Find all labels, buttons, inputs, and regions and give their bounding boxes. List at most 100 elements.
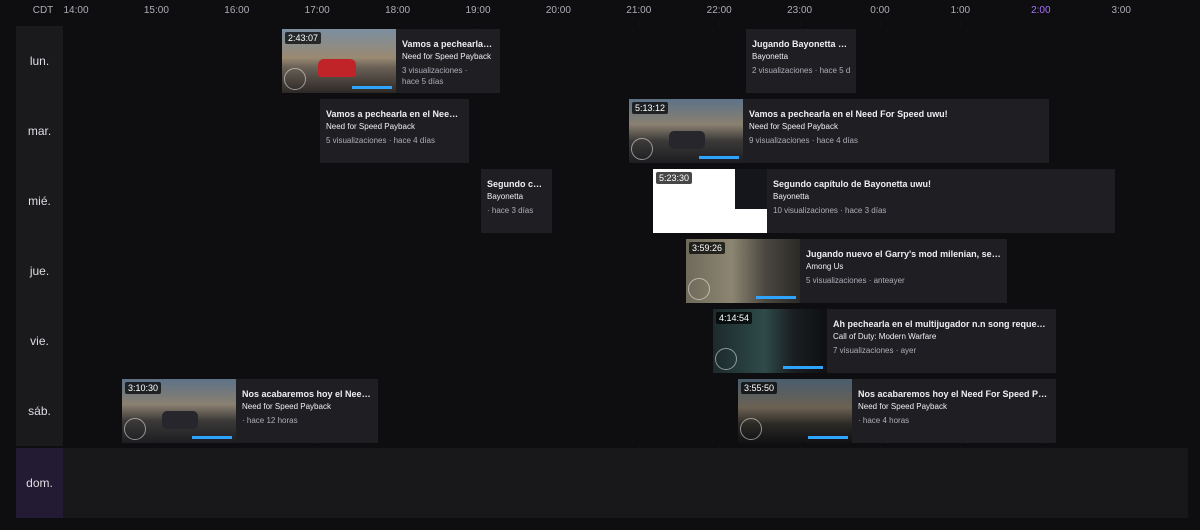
hud-bar bbox=[352, 86, 392, 89]
game-name[interactable]: Bayonetta bbox=[487, 192, 546, 201]
video-thumbnail[interactable]: 3:59:26 bbox=[686, 239, 800, 303]
broadcast-card[interactable]: 2:43:07 Vamos a pechearla en ... Need for … bbox=[282, 29, 500, 93]
day-row bbox=[63, 26, 1188, 96]
video-thumbnail[interactable]: 3:55:50 bbox=[738, 379, 852, 443]
view-meta: 10 visualizaciones · hace 3 días bbox=[773, 206, 887, 215]
chat-overlay bbox=[735, 169, 767, 209]
broadcast-info: Segundo capi... Bayonetta · hace 3 días bbox=[487, 179, 546, 216]
day-row bbox=[63, 236, 1188, 306]
game-name[interactable]: Need for Speed Payback bbox=[858, 402, 1050, 411]
view-meta: · hace 3 días bbox=[487, 206, 534, 215]
day-label: lun. bbox=[16, 26, 63, 96]
broadcast-info: Jugando Bayonetta a pe... Bayonetta 2 visu… bbox=[752, 39, 850, 76]
view-meta-time: hace 5 días bbox=[402, 77, 444, 86]
broadcast-title[interactable]: Jugando nuevo el Garry's mod milenian, s… bbox=[806, 249, 1001, 259]
timezone-label: CDT bbox=[32, 5, 54, 16]
duration-badge: 4:14:54 bbox=[716, 312, 753, 324]
view-meta: · hace 4 horas bbox=[858, 416, 910, 425]
hour-label: 16:00 bbox=[224, 5, 250, 16]
hour-label: 14:00 bbox=[63, 5, 89, 16]
broadcast-info: Vamos a pechearla en el Need ... Need for… bbox=[326, 109, 463, 146]
broadcast-title[interactable]: Nos acabaremos hoy el Need For Speed Pay… bbox=[858, 389, 1050, 399]
duration-badge: 3:59:26 bbox=[689, 242, 726, 254]
video-thumbnail[interactable]: 4:14:54 bbox=[713, 309, 827, 373]
hour-label: 18:00 bbox=[385, 5, 411, 16]
view-meta: 3 visualizaciones · bbox=[402, 66, 468, 75]
day-row bbox=[63, 448, 1188, 518]
day-label: vie. bbox=[16, 306, 63, 376]
duration-badge: 5:13:12 bbox=[632, 102, 669, 114]
hud-bar bbox=[192, 436, 232, 439]
game-hud bbox=[284, 68, 306, 90]
view-meta: 5 visualizaciones · hace 4 días bbox=[326, 136, 435, 145]
broadcast-info: Nos acabaremos hoy el Need For Speed Pay… bbox=[858, 389, 1050, 426]
game-name[interactable]: Need for Speed Payback bbox=[242, 402, 372, 411]
broadcast-title[interactable]: Nos acabaremos hoy el Need Fo... bbox=[242, 389, 372, 399]
hour-label: 21:00 bbox=[626, 5, 652, 16]
broadcast-card[interactable]: 5:23:30 Segundo capítulo de Bayonetta uwu… bbox=[653, 169, 1115, 233]
day-label: sáb. bbox=[16, 376, 63, 446]
broadcast-info: Vamos a pechearla en el Need For Speed u… bbox=[749, 109, 1043, 146]
broadcast-title[interactable]: Ah pechearla en el multijugador n.n song… bbox=[833, 319, 1050, 329]
broadcast-info: Vamos a pechearla en ... Need for Speed P… bbox=[402, 39, 494, 87]
game-name[interactable]: Need for Speed Payback bbox=[749, 122, 1043, 131]
broadcast-title[interactable]: Segundo capi... bbox=[487, 179, 546, 189]
day-label: mar. bbox=[16, 96, 63, 166]
hour-label: 2:00 bbox=[1031, 5, 1051, 16]
hour-label: 0:00 bbox=[870, 5, 890, 16]
view-meta: 2 visualizaciones · hace 5 días bbox=[752, 66, 850, 75]
hour-label: 1:00 bbox=[950, 5, 971, 16]
broadcast-card[interactable]: Segundo capi... Bayonetta · hace 3 días bbox=[481, 169, 552, 233]
broadcast-card[interactable]: 3:55:50 Nos acabaremos hoy el Need For Sp… bbox=[738, 379, 1056, 443]
broadcast-info: Segundo capítulo de Bayonetta uwu! Bayone… bbox=[773, 179, 1109, 216]
broadcast-card[interactable]: 5:13:12 Vamos a pechearla en el Need For … bbox=[629, 99, 1049, 163]
game-hud bbox=[740, 418, 762, 440]
view-meta: 9 visualizaciones · hace 4 días bbox=[749, 136, 858, 145]
hour-label: 22:00 bbox=[706, 5, 732, 16]
broadcast-title[interactable]: Vamos a pechearla en el Need For Speed u… bbox=[749, 109, 1043, 119]
game-hud bbox=[631, 138, 653, 160]
day-label: jue. bbox=[16, 236, 63, 306]
broadcast-title[interactable]: Jugando Bayonetta a pe... bbox=[752, 39, 850, 49]
day-label: mié. bbox=[16, 166, 63, 236]
game-name[interactable]: Need for Speed Payback bbox=[326, 122, 463, 131]
broadcast-card[interactable]: 3:10:30Nos acabaremos hoy el Need Fo...N… bbox=[122, 379, 378, 443]
view-meta: 5 visualizaciones · anteayer bbox=[806, 276, 905, 285]
duration-badge: 3:10:30 bbox=[125, 382, 162, 394]
game-name[interactable]: Among Us bbox=[806, 262, 1001, 271]
broadcast-info: Nos acabaremos hoy el Need Fo... Need for… bbox=[242, 389, 372, 426]
hour-label: 3:00 bbox=[1111, 5, 1131, 16]
broadcast-title[interactable]: Vamos a pechearla en ... bbox=[402, 39, 494, 49]
game-hud bbox=[715, 348, 737, 370]
broadcast-info: Jugando nuevo el Garry's mod milenian, s… bbox=[806, 249, 1001, 286]
hud-bar bbox=[756, 296, 796, 299]
game-name[interactable]: Bayonetta bbox=[773, 192, 1109, 201]
video-thumbnail[interactable]: 5:23:30 bbox=[653, 169, 767, 233]
broadcast-card[interactable]: Jugando Bayonetta a pe... Bayonetta 2 visu… bbox=[746, 29, 856, 93]
game-hud bbox=[124, 418, 146, 440]
duration-badge: 2:43:07 bbox=[285, 32, 322, 44]
view-meta: 7 visualizaciones · ayer bbox=[833, 346, 917, 355]
game-name[interactable]: Need for Speed Payback bbox=[402, 52, 494, 61]
hud-bar bbox=[783, 366, 823, 369]
broadcast-title[interactable]: Segundo capítulo de Bayonetta uwu! bbox=[773, 179, 1109, 189]
broadcast-title[interactable]: Vamos a pechearla en el Need ... bbox=[326, 109, 463, 119]
game-name[interactable]: Call of Duty: Modern Warfare bbox=[833, 332, 1050, 341]
broadcast-card[interactable]: 3:59:26 Jugando nuevo el Garry's mod mile… bbox=[686, 239, 1007, 303]
video-thumbnail[interactable]: 3:10:30 bbox=[122, 379, 236, 443]
broadcast-card[interactable]: 4:14:54 Ah pechearla en el multijugador n… bbox=[713, 309, 1056, 373]
video-thumbnail[interactable]: 5:13:12 bbox=[629, 99, 743, 163]
duration-badge: 5:23:30 bbox=[656, 172, 693, 184]
hour-label: 19:00 bbox=[465, 5, 491, 16]
timeline-header: CDT 14:00 15:00 16:00 17:00 18:00 19:00 20:00 2… bbox=[0, 0, 1200, 22]
day-label: dom. bbox=[16, 448, 63, 518]
game-hud bbox=[688, 278, 710, 300]
broadcast-card[interactable]: Vamos a pechearla en el Need ... Need for… bbox=[320, 99, 469, 163]
hour-label: 17:00 bbox=[304, 5, 330, 16]
hud-bar bbox=[808, 436, 848, 439]
view-meta: · hace 12 horas bbox=[242, 416, 298, 425]
video-thumbnail[interactable]: 2:43:07 bbox=[282, 29, 396, 93]
broadcast-info: Ah pechearla en el multijugador n.n song… bbox=[833, 319, 1050, 356]
hour-label: 15:00 bbox=[143, 5, 169, 16]
game-name[interactable]: Bayonetta bbox=[752, 52, 850, 61]
